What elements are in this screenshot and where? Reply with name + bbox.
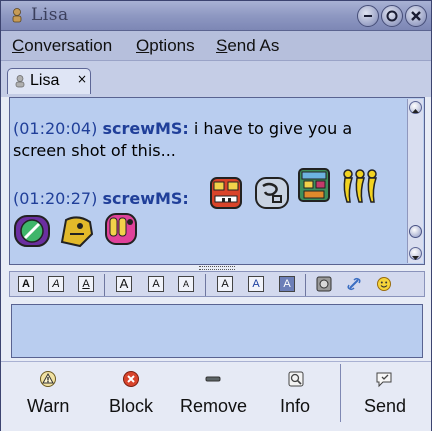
action-button-bar: Warn Block Remove Info Send <box>1 361 431 431</box>
menu-conversation-rest: onversation <box>24 36 113 55</box>
conversation-history[interactable]: (01:20:04) screwMS: i have to give you a… <box>9 97 425 265</box>
buddy-icon <box>12 8 22 23</box>
button-separator <box>340 364 341 422</box>
tab-strip: Lisa × <box>1 61 431 97</box>
menu-send-as[interactable]: Send As <box>216 36 279 56</box>
maximize-button[interactable] <box>381 5 403 27</box>
menu-bar: Conversation Options Send As <box>1 31 431 61</box>
scroll-thumb[interactable] <box>409 225 422 238</box>
tab-label: Lisa <box>30 72 60 89</box>
info-icon <box>288 371 304 387</box>
menu-conversation[interactable]: Conversation <box>12 36 112 56</box>
toolbar-separator <box>205 274 206 296</box>
close-icon <box>411 11 421 21</box>
toolbar-separator <box>305 274 306 296</box>
scroll-down-button[interactable] <box>409 247 422 260</box>
format-toolbar: A A A A A A A A A <box>9 271 425 297</box>
send-label: Send <box>364 396 407 416</box>
remove-icon <box>205 376 221 382</box>
conversation-scrollbar[interactable] <box>407 99 423 263</box>
message-2-sender: screwMS: <box>102 189 189 208</box>
warning-icon <box>40 371 56 387</box>
bold-button[interactable]: A <box>18 276 34 292</box>
larger-font-button[interactable]: A <box>116 276 132 292</box>
block-label: Block <box>109 396 154 416</box>
block-icon <box>123 371 139 387</box>
info-button[interactable]: Info <box>267 362 329 431</box>
message-entry[interactable] <box>11 304 423 358</box>
block-button[interactable]: Block <box>97 362 177 431</box>
tab-close-button[interactable]: × <box>77 72 87 86</box>
mayan-face-emoticon-icon <box>210 177 242 209</box>
remove-label: Remove <box>180 396 248 416</box>
menu-options[interactable]: Options <box>136 36 195 56</box>
window-title: Lisa <box>31 5 69 25</box>
toolbar-separator <box>104 274 105 296</box>
insert-image-icon[interactable] <box>316 276 332 292</box>
foreground-color-button[interactable]: A <box>248 276 264 292</box>
smaller-font-button[interactable]: A <box>178 276 194 292</box>
pink-hand-emoticon-icon <box>105 213 137 245</box>
smiley-face-icon[interactable] <box>376 276 392 292</box>
message-1-sender: screwMS: <box>102 119 189 138</box>
underline-button[interactable]: A <box>78 276 94 292</box>
yellow-figures-emoticon-icon <box>343 169 378 203</box>
minimize-icon <box>364 15 372 17</box>
message-1-time: (01:20:04) <box>13 119 98 138</box>
pane-resize-grip[interactable] <box>199 266 235 270</box>
arrow-down-icon <box>412 256 419 260</box>
stone-glyph-emoticon-icon <box>255 177 289 209</box>
italic-button[interactable]: A <box>48 276 64 292</box>
minimize-button[interactable] <box>357 5 379 27</box>
message-2-time: (01:20:27) <box>13 189 98 208</box>
close-window-button[interactable] <box>405 5 427 27</box>
link-icon[interactable] <box>346 276 362 292</box>
normal-font-button[interactable]: A <box>148 276 164 292</box>
scroll-up-button[interactable] <box>409 101 422 114</box>
send-button[interactable]: Send <box>351 362 421 431</box>
tab-lisa[interactable]: Lisa × <box>7 68 91 94</box>
title-bar[interactable]: Lisa <box>1 1 431 31</box>
green-glyph-emoticon-icon <box>14 215 50 247</box>
conversation-window: Lisa Conversation Options Send As Lisa × <box>0 0 432 431</box>
yellow-head-emoticon-icon <box>60 216 94 248</box>
maximize-icon <box>386 10 398 22</box>
message-2: (01:20:27) screwMS: <box>13 188 189 210</box>
menu-send-as-rest: end As <box>227 36 280 55</box>
buddy-status-icon <box>15 75 25 88</box>
remove-button[interactable]: Remove <box>173 362 259 431</box>
menu-options-rest: ptions <box>149 36 195 55</box>
message-1: (01:20:04) screwMS: i have to give you a… <box>13 118 403 162</box>
info-label: Info <box>280 396 311 416</box>
mayan-mask-emoticon-icon <box>298 168 330 202</box>
warn-label: Warn <box>27 396 70 416</box>
send-icon <box>376 372 392 388</box>
warn-button[interactable]: Warn <box>9 362 89 431</box>
background-color-button[interactable]: A <box>279 276 295 292</box>
font-face-button[interactable]: A <box>217 276 233 292</box>
arrow-up-icon <box>412 109 419 113</box>
